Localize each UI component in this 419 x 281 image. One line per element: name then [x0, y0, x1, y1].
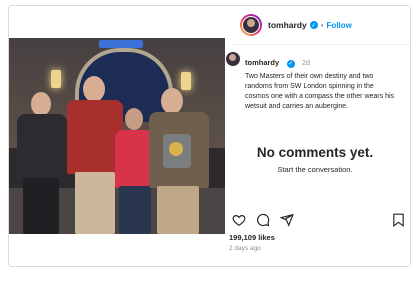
- send-icon[interactable]: [280, 213, 294, 227]
- photo-neon-sign: [99, 40, 143, 48]
- caption-verified-badge-icon: ✓: [286, 59, 295, 68]
- photo-lamp-left: [51, 70, 61, 88]
- profile-avatar[interactable]: [242, 16, 260, 34]
- header-separator: •: [320, 20, 324, 30]
- action-bar: [226, 213, 410, 231]
- post-photo[interactable]: [9, 38, 225, 234]
- bookmark-icon[interactable]: [392, 213, 405, 227]
- heart-icon[interactable]: [232, 213, 246, 227]
- follow-button[interactable]: Follow: [327, 21, 352, 30]
- verified-badge-icon: ✓: [309, 21, 318, 29]
- header-username[interactable]: tomhardy: [268, 20, 307, 30]
- profile-avatar-ring[interactable]: [240, 14, 262, 36]
- caption-username[interactable]: tomhardy: [245, 58, 279, 67]
- photo-lamp-right: [181, 72, 191, 90]
- caption-time[interactable]: 2d: [302, 60, 310, 67]
- comments-empty-subtitle: Start the conversation.: [277, 165, 353, 174]
- post-date[interactable]: 2 days ago: [229, 245, 261, 252]
- caption-avatar[interactable]: [226, 52, 240, 66]
- post-header: tomhardy ✓ • Follow: [234, 6, 410, 45]
- instagram-post-card: tomhardy ✓ • Follow tomhardy ✓ 2d Two Ma…: [8, 5, 411, 267]
- comment-icon[interactable]: [256, 213, 270, 227]
- post-caption: tomhardy ✓ 2d Two Masters of their own d…: [226, 52, 398, 112]
- caption-text: Two Masters of their own destiny and two…: [245, 73, 395, 110]
- like-count[interactable]: 199,109 likes: [229, 233, 275, 242]
- comments-empty-state: No comments yet. Start the conversation.: [226, 145, 404, 174]
- comments-empty-title: No comments yet.: [256, 145, 374, 160]
